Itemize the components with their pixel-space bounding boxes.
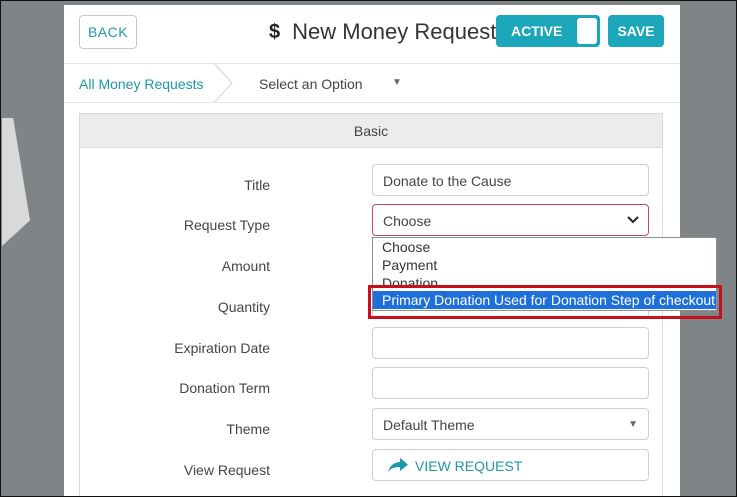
back-button[interactable]: BACK [79,15,137,49]
title-input-value: Donate to the Cause [383,173,512,189]
title-label: Title [244,177,270,193]
donation-term-label: Donation Term [179,380,270,396]
toggle-knob[interactable] [577,18,597,44]
request-type-label: Request Type [183,217,270,233]
background-shape [2,118,30,246]
active-toggle-label: ACTIVE [511,23,563,39]
breadcrumb-separator-icon [213,63,234,103]
view-request-button[interactable]: VIEW REQUEST [372,449,649,481]
share-arrow-icon [388,458,408,472]
quantity-label: Quantity [217,299,270,315]
dropdown-option-choose[interactable]: Choose [382,238,430,256]
expiration-date-label: Expiration Date [174,340,270,356]
section-header: Basic [80,114,662,148]
save-button[interactable]: SAVE [608,15,664,47]
breadcrumb: All Money Requests Select an Option ▼ [64,63,680,103]
view-request-link[interactable]: VIEW REQUEST [415,458,522,474]
theme-value: Default Theme [383,417,475,433]
request-type-value: Choose [383,213,432,229]
chevron-down-icon [627,216,639,224]
request-type-select[interactable]: Choose [372,204,649,236]
caret-down-icon: ▼ [628,419,638,430]
title-input[interactable]: Donate to the Cause [372,164,649,196]
dollar-icon: $ [269,20,281,43]
page-title: New Money Request [292,19,497,44]
highlight-annotation-box [368,285,722,319]
theme-label: Theme [226,421,270,437]
amount-label: Amount [221,258,270,274]
breadcrumb-link-all-money-requests[interactable]: All Money Requests [79,76,204,92]
dropdown-option-payment[interactable]: Payment [382,256,437,274]
theme-select[interactable]: Default Theme ▼ [372,408,649,440]
donation-term-input[interactable] [372,367,649,399]
page-title-group: $ New Money Request [269,15,496,49]
breadcrumb-option-select[interactable]: Select an Option [259,76,363,92]
top-bar: BACK $ New Money Request ACTIVE SAVE [64,5,680,63]
caret-down-icon[interactable]: ▼ [392,77,402,88]
view-request-label: View Request [183,462,270,478]
active-toggle[interactable]: ACTIVE [496,15,600,47]
expiration-date-input[interactable] [372,327,649,359]
